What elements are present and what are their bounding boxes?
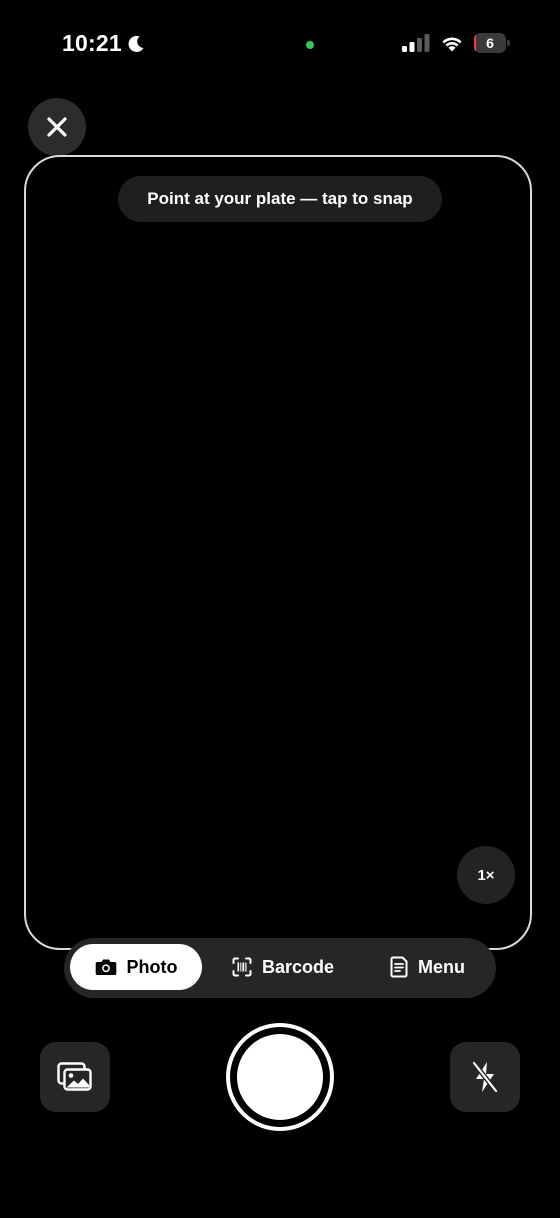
camera-icon: [95, 959, 116, 975]
close-icon: [47, 117, 67, 137]
moon-icon: [128, 35, 144, 52]
battery-level: 6: [486, 35, 494, 51]
close-button[interactable]: [28, 98, 86, 156]
mode-selector: Photo Barcode Menu: [64, 938, 496, 998]
mode-photo-label: Photo: [126, 956, 178, 977]
mode-photo[interactable]: Photo: [70, 944, 202, 990]
cellular-signal-icon: [402, 34, 430, 52]
camera-hint: Point at your plate — tap to snap: [118, 176, 442, 222]
flash-off-icon: [471, 1060, 499, 1094]
menu-document-icon: [390, 956, 408, 978]
flash-button[interactable]: [450, 1042, 520, 1112]
photo-gallery-icon: [57, 1062, 92, 1091]
zoom-button[interactable]: 1×: [457, 846, 515, 904]
status-time: 10:21: [62, 30, 122, 56]
privacy-indicator-dot: [306, 41, 314, 49]
barcode-scan-icon: [232, 957, 252, 977]
battery-indicator: 6: [474, 33, 510, 53]
status-icons: 6: [402, 33, 510, 53]
wifi-icon: [442, 37, 462, 52]
mode-menu[interactable]: Menu: [390, 944, 465, 990]
shutter-button[interactable]: [226, 1023, 334, 1131]
viewfinder-frame[interactable]: [24, 155, 532, 950]
mode-menu-label: Menu: [418, 956, 465, 977]
status-time-group: 10:21: [62, 30, 146, 57]
mode-barcode-label: Barcode: [262, 956, 335, 977]
gallery-button[interactable]: [40, 1042, 110, 1112]
shutter-inner: [237, 1034, 323, 1120]
mode-barcode[interactable]: Barcode: [232, 944, 334, 990]
